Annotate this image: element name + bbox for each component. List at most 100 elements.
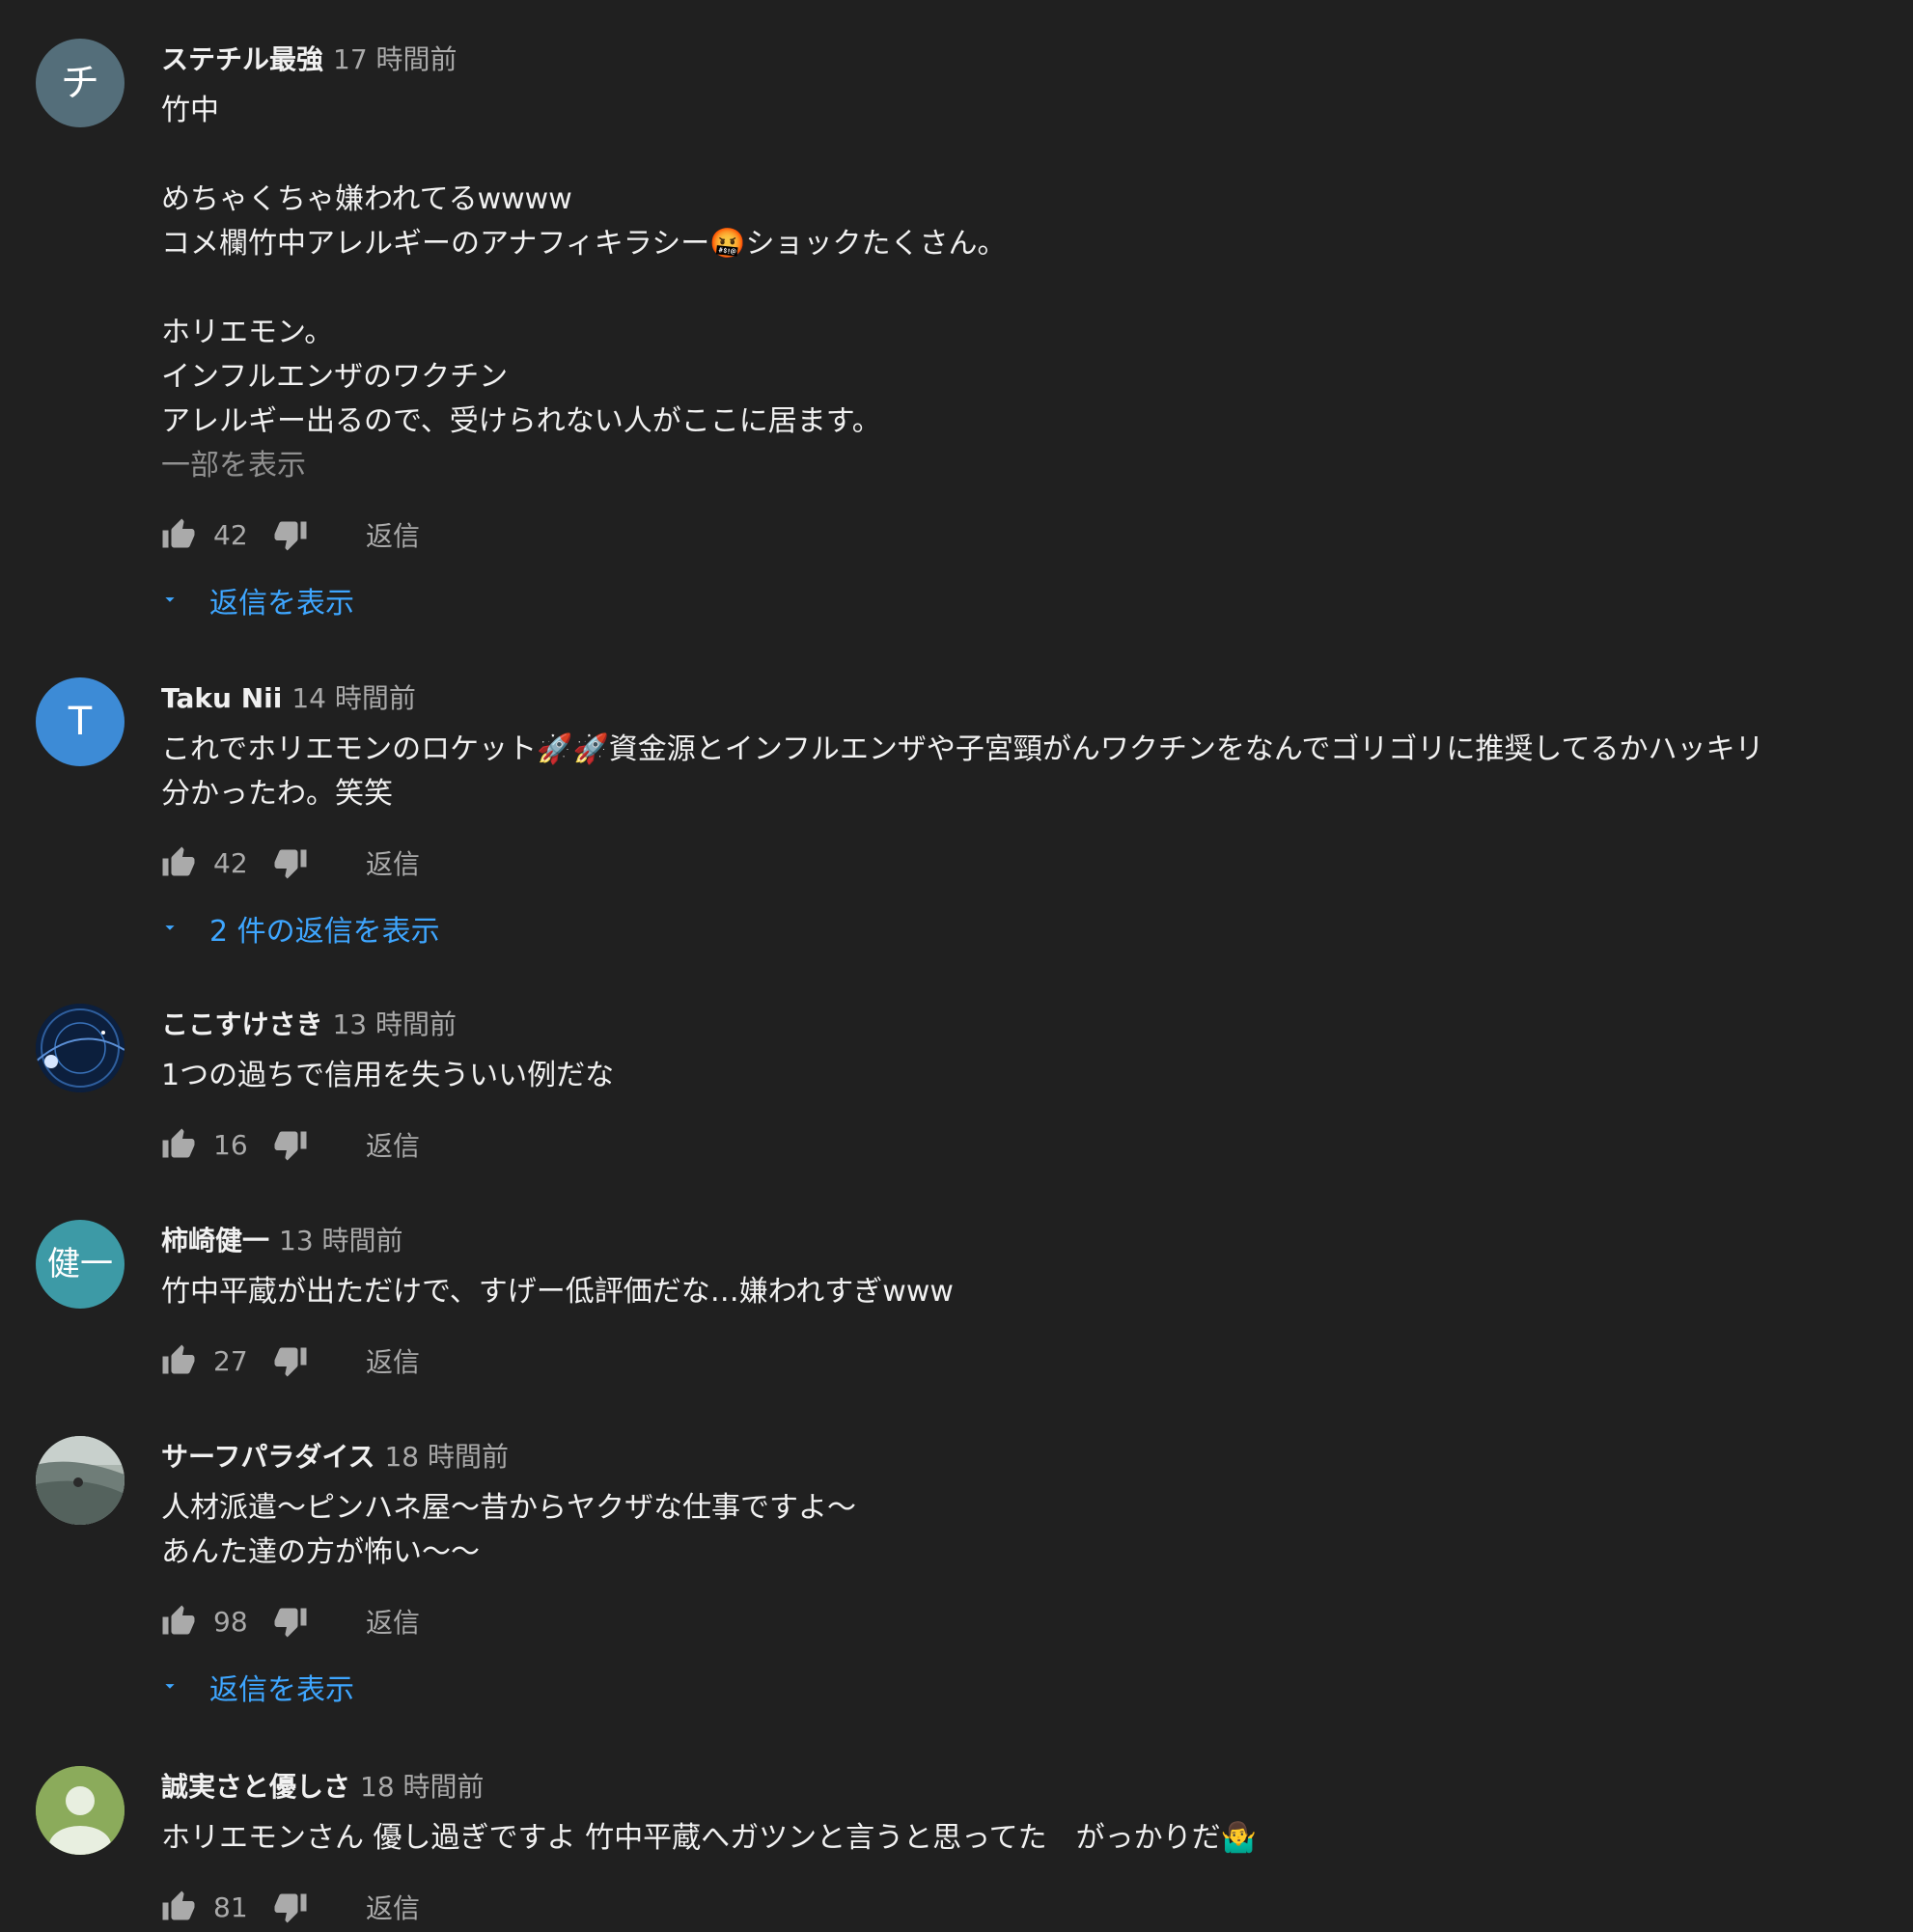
avatar-initial: 健一 [47, 1245, 113, 1283]
author-name[interactable]: ステチル最強 [161, 43, 323, 75]
comment-header: ステチル最強 17 時間前 [161, 41, 457, 79]
author-name[interactable]: ここすけさき [161, 1008, 322, 1040]
reply-button[interactable]: 返信 [366, 1125, 420, 1164]
like-count: 98 [213, 1605, 248, 1638]
comment-actions: 27 返信 [161, 1339, 420, 1382]
comment-header: サーフパラダイス 18 時間前 [161, 1438, 509, 1477]
author-name[interactable]: Taku Nii [161, 682, 282, 714]
thumb-down-icon [274, 1893, 307, 1923]
like-count: 81 [213, 1891, 248, 1923]
like-button[interactable] [161, 1890, 196, 1924]
author-name[interactable]: 柿崎健一 [161, 1225, 269, 1256]
timestamp[interactable]: 14 時間前 [291, 682, 416, 714]
comment-line: 竹中平蔵が出ただけで、すげー低評価だな…嫌われすぎwww [161, 1275, 954, 1309]
comment-text: ホリエモンさん 優し過ぎですよ 竹中平蔵へガツンと言うと思ってた がっかりだ🤷‍… [161, 1816, 1889, 1861]
dislike-button[interactable] [273, 1127, 308, 1162]
comment-actions: 42 返信 [161, 842, 420, 884]
like-button[interactable] [161, 1127, 196, 1162]
thumb-down-icon [274, 521, 307, 551]
dislike-button[interactable] [273, 845, 308, 880]
author-name[interactable]: 誠実さと優しさ [161, 1771, 350, 1803]
dislike-button[interactable] [273, 517, 308, 552]
reply-button[interactable]: 返信 [366, 843, 420, 882]
view-replies-button[interactable]: 返信を表示 [161, 579, 354, 621]
show-less-link[interactable]: 一部を表示 [161, 444, 1889, 488]
avatar-initial: チ [61, 61, 99, 105]
like-button[interactable] [161, 1343, 196, 1378]
reply-button[interactable]: 返信 [366, 1602, 420, 1641]
like-count: 16 [213, 1128, 248, 1161]
avatar-initial: T [68, 700, 93, 744]
dislike-button[interactable] [273, 1604, 308, 1639]
timestamp[interactable]: 13 時間前 [279, 1225, 403, 1256]
comment-text: 竹中めちゃくちゃ嫌われてるwwww コメ欄竹中アレルギーのアナフィキラシー🤬ショッ… [161, 89, 1889, 488]
thumb-up-icon [162, 846, 195, 876]
comment-line: ホリエモンさん 優し過ぎですよ 竹中平蔵へガツンと言うと思ってた がっかりだ🤷‍… [161, 1821, 1257, 1855]
avatar[interactable] [36, 1436, 125, 1525]
like-count: 42 [213, 846, 248, 879]
like-button[interactable] [161, 1604, 196, 1639]
comment-line [161, 266, 1889, 311]
comment-line: これでホリエモンのロケット🚀🚀資金源とインフルエンザや子宮頸がんワクチンをなんで… [161, 732, 1764, 766]
like-button[interactable] [161, 517, 196, 552]
reply-button[interactable]: 返信 [366, 515, 420, 554]
avatar[interactable]: チ [36, 39, 125, 127]
comment-line: インフルエンザのワクチン [161, 360, 509, 394]
like-count: 42 [213, 518, 248, 551]
view-replies-label: 返信を表示 [209, 587, 354, 621]
thumb-down-icon [274, 1131, 307, 1161]
dislike-button[interactable] [273, 1343, 308, 1378]
view-replies-button[interactable]: 2 件の返信を表示 [161, 907, 440, 950]
timestamp[interactable]: 18 時間前 [384, 1441, 509, 1473]
reply-button[interactable]: 返信 [366, 1341, 420, 1380]
avatar-image [36, 1766, 125, 1855]
like-button[interactable] [161, 845, 196, 880]
avatar[interactable]: 健一 [36, 1220, 125, 1309]
avatar[interactable] [36, 1766, 125, 1855]
comment-line: めちゃくちゃ嫌われてるwwww [161, 182, 572, 216]
comment-text: 人材派遣〜ピンハネ屋〜昔からヤクザな仕事ですよ〜 あんた達の方が怖い〜〜 [161, 1486, 1889, 1575]
caret-down-icon [159, 584, 180, 618]
avatar-image [36, 1436, 125, 1525]
comment-line: 竹中 [161, 94, 219, 127]
author-name[interactable]: サーフパラダイス [161, 1441, 374, 1473]
comment-text: これでホリエモンのロケット🚀🚀資金源とインフルエンザや子宮頸がんワクチンをなんで… [161, 728, 1889, 816]
comment-line [161, 133, 1889, 178]
thumb-down-icon [274, 1347, 307, 1377]
timestamp[interactable]: 17 時間前 [333, 43, 457, 75]
comment-line: 人材派遣〜ピンハネ屋〜昔からヤクザな仕事ですよ〜 [161, 1491, 856, 1525]
comment-line: あんた達の方が怖い〜〜 [161, 1535, 480, 1569]
comment-header: ここすけさき 13 時間前 [161, 1006, 457, 1044]
caret-down-icon [159, 912, 180, 946]
avatar-image [36, 1004, 125, 1092]
view-replies-label: 返信を表示 [209, 1673, 354, 1707]
avatar[interactable] [36, 1004, 125, 1092]
comment-actions: 42 返信 [161, 513, 420, 556]
comment-actions: 81 返信 [161, 1886, 420, 1928]
reply-button[interactable]: 返信 [366, 1888, 420, 1926]
comment-line: ホリエモン。 [161, 316, 334, 349]
thumb-down-icon [274, 849, 307, 879]
avatar[interactable]: T [36, 677, 125, 766]
view-replies-label: 2 件の返信を表示 [209, 915, 440, 949]
timestamp[interactable]: 13 時間前 [332, 1008, 457, 1040]
thumb-up-icon [162, 1605, 195, 1635]
timestamp[interactable]: 18 時間前 [360, 1771, 485, 1803]
thumb-up-icon [162, 1128, 195, 1158]
comment-line: 分かったわ。笑笑 [161, 777, 393, 811]
like-count: 27 [213, 1344, 248, 1377]
caret-down-icon [159, 1670, 180, 1704]
thumb-up-icon [162, 518, 195, 548]
comment-line: コメ欄竹中アレルギーのアナフィキラシー🤬ショックたくさん。 [161, 227, 1007, 261]
comment-text: 1つの過ちで信用を失ういい例だな [161, 1054, 1889, 1098]
dislike-button[interactable] [273, 1890, 308, 1924]
comment-line: アレルギー出るので、受けられない人がここに居ます。 [161, 404, 881, 438]
comment-header: 誠実さと優しさ 18 時間前 [161, 1768, 485, 1807]
thumb-down-icon [274, 1608, 307, 1638]
thumb-up-icon [162, 1891, 195, 1920]
comment-header: 柿崎健一 13 時間前 [161, 1222, 403, 1260]
comment-actions: 16 返信 [161, 1123, 420, 1166]
comment-list: チ ステチル最強 17 時間前竹中めちゃくちゃ嫌われてるwwww コメ欄竹中アレルギー… [0, 0, 1913, 1932]
view-replies-button[interactable]: 返信を表示 [161, 1666, 354, 1708]
comment-line: 1つの過ちで信用を失ういい例だな [161, 1059, 615, 1092]
